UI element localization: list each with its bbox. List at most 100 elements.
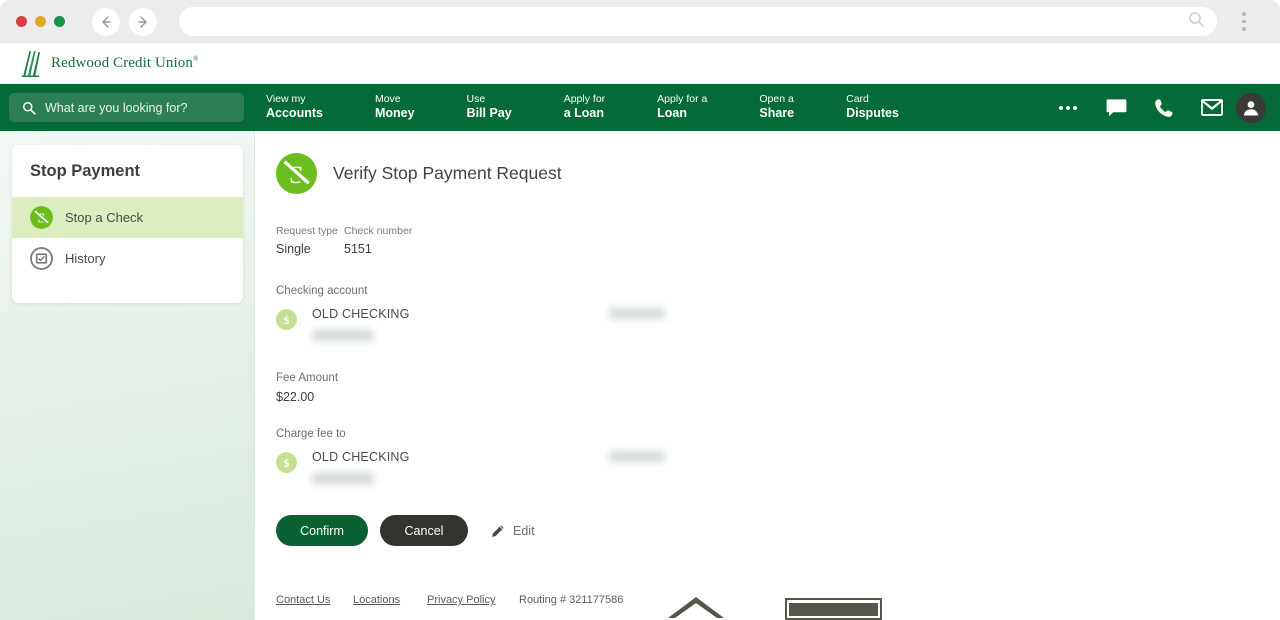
edit-button[interactable]: Edit xyxy=(491,524,535,538)
footer-link-locations[interactable]: Locations xyxy=(353,594,427,606)
nav-item-line1: View my xyxy=(266,93,306,106)
sidebar-item-label: Stop a Check xyxy=(65,210,144,225)
nav-item-line2: Loan xyxy=(657,106,688,121)
pencil-icon xyxy=(492,524,504,537)
url-search-icon xyxy=(1188,11,1205,33)
page-header: S Verify Stop Payment Request xyxy=(255,131,1280,194)
checking-account-row: $ OLD CHECKING xyxy=(255,307,675,341)
nav-item-line1: Apply for xyxy=(563,93,606,106)
check-number-field: Check number 5151 xyxy=(344,225,412,256)
nav-item-line1: Use xyxy=(466,93,486,106)
browser-nav-buttons xyxy=(92,7,157,36)
forward-arrow-icon xyxy=(138,15,147,28)
user-account-button[interactable] xyxy=(1236,84,1280,131)
sidebar-title: Stop Payment xyxy=(30,162,141,180)
minimize-window-button[interactable] xyxy=(35,16,46,27)
forward-button[interactable] xyxy=(129,7,157,36)
routing-number-text: Routing # 321177586 xyxy=(519,594,624,606)
maximize-window-button[interactable] xyxy=(54,16,65,27)
history-icon xyxy=(30,247,53,270)
back-button[interactable] xyxy=(92,7,120,36)
charge-fee-account-name: OLD CHECKING xyxy=(312,450,410,464)
fee-amount-label: Fee Amount xyxy=(276,372,339,384)
close-window-button[interactable] xyxy=(16,16,27,27)
cancel-button[interactable]: Cancel xyxy=(380,515,468,546)
site-search-input[interactable]: What are you looking for? xyxy=(9,93,244,122)
nav-item-apply-for-a-loan[interactable]: Apply for a Loan xyxy=(564,93,605,121)
checking-account-label: Checking account xyxy=(276,285,368,297)
nav-links: View my Accounts Move Money Use Bill Pay… xyxy=(266,93,899,121)
nav-item-line2: Share xyxy=(759,106,795,121)
user-avatar-icon xyxy=(1243,100,1259,115)
kebab-dot xyxy=(1242,19,1246,24)
nav-item-move-money[interactable]: Move Money xyxy=(375,93,415,121)
avatar xyxy=(1236,92,1266,123)
nav-item-view-my-accounts[interactable]: View my Accounts xyxy=(266,93,323,121)
address-bar[interactable] xyxy=(179,7,1217,36)
sidebar-item-label: History xyxy=(65,251,106,266)
browser-menu-button[interactable] xyxy=(1233,7,1255,36)
brand-logo[interactable]: Redwood Credit Union® xyxy=(0,49,198,77)
sidebar-card: Stop Payment S Stop a Check History xyxy=(12,145,243,303)
nav-item-card-disputes[interactable]: Card Disputes xyxy=(846,93,899,121)
charge-fee-account-number-redacted xyxy=(312,473,374,484)
request-summary-row: Request type Single Check number 5151 xyxy=(255,225,1280,256)
back-arrow-icon xyxy=(102,15,111,28)
checking-account-number-redacted xyxy=(312,330,374,341)
kebab-dot xyxy=(1242,27,1246,31)
charge-fee-account-text: OLD CHECKING xyxy=(312,450,410,484)
nav-item-line2: Bill Pay xyxy=(466,106,512,121)
browser-chrome xyxy=(0,0,1280,43)
more-options-button[interactable] xyxy=(1044,84,1092,131)
ncua-plaque-text-block xyxy=(789,602,878,616)
stop-payment-icon: S xyxy=(30,206,53,229)
window-traffic-lights xyxy=(0,16,65,27)
checking-account-text: OLD CHECKING xyxy=(312,307,410,341)
kebab-dot xyxy=(1242,12,1246,16)
chat-button[interactable] xyxy=(1092,84,1140,131)
account-dollar-icon: $ xyxy=(276,452,297,473)
check-number-value: 5151 xyxy=(344,242,372,256)
more-options-icon xyxy=(1059,105,1077,110)
mail-icon xyxy=(1201,99,1223,116)
left-sidebar: Stop Payment S Stop a Check History xyxy=(0,131,255,620)
phone-button[interactable] xyxy=(1140,84,1188,131)
nav-item-line2: a Loan xyxy=(563,106,605,121)
nav-item-line1: Card xyxy=(846,93,869,106)
svg-text:$: $ xyxy=(284,458,290,470)
ncua-insured-plaque-icon xyxy=(785,598,882,620)
phone-icon xyxy=(1155,98,1173,117)
footer-link-contact-us[interactable]: Contact Us xyxy=(276,594,353,606)
footer-badges xyxy=(665,594,882,620)
checking-account-balance-redacted xyxy=(609,308,665,319)
edit-button-label: Edit xyxy=(513,523,535,538)
charge-fee-balance-redacted xyxy=(609,451,665,462)
mail-button[interactable] xyxy=(1188,84,1236,131)
action-buttons-row: Confirm Cancel Edit xyxy=(255,515,1280,546)
equal-housing-lender-icon xyxy=(668,597,724,618)
trademark-symbol: ® xyxy=(193,54,199,63)
sidebar-item-history[interactable]: History xyxy=(12,238,243,279)
brand-name: Redwood Credit Union® xyxy=(51,54,199,71)
sidebar-item-stop-a-check[interactable]: S Stop a Check xyxy=(12,197,243,238)
page-title: Verify Stop Payment Request xyxy=(333,163,562,183)
browser-window: Redwood Credit Union® What are you looki… xyxy=(0,0,1280,620)
nav-item-apply-for-a-loan-2[interactable]: Apply for a Loan xyxy=(657,93,707,121)
request-type-field: Request type Single xyxy=(276,225,344,256)
primary-navigation-bar: What are you looking for? View my Accoun… xyxy=(0,84,1280,131)
redwood-tree-logo-icon xyxy=(22,51,40,77)
nav-item-use-bill-pay[interactable]: Use Bill Pay xyxy=(467,93,512,121)
footer-link-privacy-policy[interactable]: Privacy Policy xyxy=(427,594,519,606)
confirm-button[interactable]: Confirm xyxy=(276,515,368,546)
nav-item-line1: Open a xyxy=(759,93,794,106)
site-header: Redwood Credit Union® xyxy=(0,43,1280,84)
nav-item-line2: Accounts xyxy=(266,106,323,121)
chat-icon xyxy=(1106,98,1126,116)
charge-fee-to-label: Charge fee to xyxy=(276,428,346,440)
nav-item-line1: Move xyxy=(374,93,401,106)
stop-payment-icon: S xyxy=(276,153,317,194)
nav-utility-icons xyxy=(1044,84,1280,131)
nav-item-open-a-share[interactable]: Open a Share xyxy=(759,93,794,121)
request-type-value: Single xyxy=(276,242,311,256)
request-type-label: Request type xyxy=(276,225,338,237)
